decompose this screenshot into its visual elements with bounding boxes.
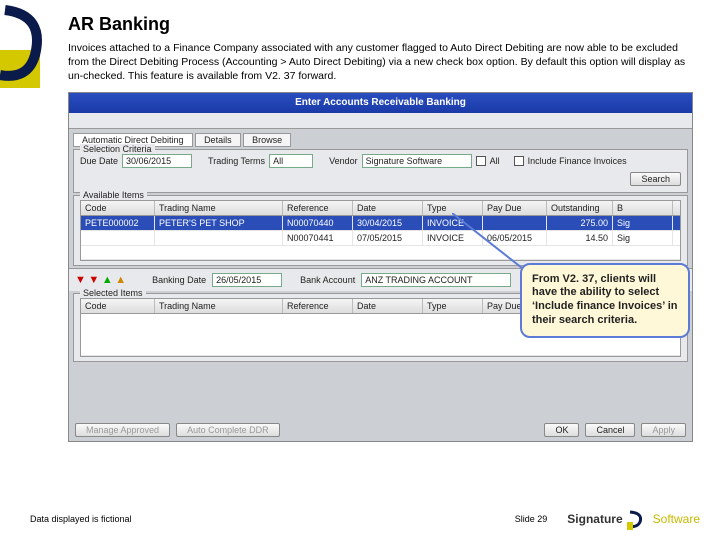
brand-logo: Signature Software — [567, 508, 700, 530]
due-date-input[interactable]: 30/06/2015 — [122, 154, 192, 168]
col-type[interactable]: Type — [423, 201, 483, 215]
move-down-icon[interactable]: ▼ — [75, 274, 86, 286]
include-finance-label: Include Finance Invoices — [528, 156, 627, 166]
col-date[interactable]: Date — [353, 299, 423, 313]
description: Invoices attached to a Finance Company a… — [68, 41, 700, 84]
banking-date-input[interactable]: 26/05/2015 — [212, 273, 282, 287]
cell: 30/04/2015 — [353, 216, 423, 230]
cell: 07/05/2015 — [353, 231, 423, 245]
window-toolbar — [69, 113, 692, 129]
selection-criteria: Selection Criteria Due Date 30/06/2015 T… — [73, 149, 688, 193]
move-down-all-icon[interactable]: ▼ — [88, 274, 99, 286]
search-button[interactable]: Search — [630, 172, 681, 186]
col-type[interactable]: Type — [423, 299, 483, 313]
selection-legend: Selection Criteria — [80, 144, 155, 154]
col-due[interactable]: Pay Due — [483, 201, 547, 215]
cell: 14.50 — [547, 231, 613, 245]
col-date[interactable]: Date — [353, 201, 423, 215]
cancel-button[interactable]: Cancel — [585, 423, 635, 437]
ok-button[interactable]: OK — [544, 423, 579, 437]
cell: 06/05/2015 — [483, 231, 547, 245]
cell: Sig — [613, 231, 673, 245]
apply-button[interactable]: Apply — [641, 423, 686, 437]
swirl-icon — [627, 508, 649, 530]
window-title: Enter Accounts Receivable Banking — [69, 93, 692, 113]
callout-box: From V2. 37, clients will have the abili… — [520, 263, 690, 338]
all-checkbox[interactable] — [476, 156, 486, 166]
available-grid: Code Trading Name Reference Date Type Pa… — [80, 200, 681, 261]
selected-legend: Selected Items — [80, 288, 146, 298]
col-name[interactable]: Trading Name — [155, 201, 283, 215]
auto-complete-button[interactable]: Auto Complete DDR — [176, 423, 280, 437]
table-row[interactable]: PETE000002 PETER'S PET SHOP N00070440 30… — [81, 216, 680, 231]
col-out[interactable]: Outstanding — [547, 201, 613, 215]
disclaimer: Data displayed is fictional — [30, 514, 132, 524]
vendor-label: Vendor — [329, 156, 358, 166]
col-code[interactable]: Code — [81, 299, 155, 313]
available-items: Available Items Code Trading Name Refere… — [73, 195, 688, 266]
cell: N00070441 — [283, 231, 353, 245]
table-row — [81, 246, 680, 260]
col-ref[interactable]: Reference — [283, 201, 353, 215]
table-row[interactable]: N00070441 07/05/2015 INVOICE 06/05/2015 … — [81, 231, 680, 246]
bank-account-label: Bank Account — [300, 275, 355, 285]
cell: PETER'S PET SHOP — [155, 216, 283, 230]
cell: N00070440 — [283, 216, 353, 230]
trading-terms-label: Trading Terms — [208, 156, 265, 166]
tab-details[interactable]: Details — [195, 133, 241, 147]
cell: 275.00 — [547, 216, 613, 230]
slide-corner-graphic — [0, 0, 60, 90]
banking-date-label: Banking Date — [152, 275, 206, 285]
slide-number: Slide 29 — [515, 514, 548, 524]
move-up-icon[interactable]: ▲ — [102, 274, 113, 286]
trading-terms-input[interactable]: All — [269, 154, 313, 168]
cell — [483, 216, 547, 230]
all-label: All — [490, 156, 500, 166]
col-b[interactable]: B — [613, 201, 673, 215]
tab-browse[interactable]: Browse — [243, 133, 291, 147]
cell: PETE000002 — [81, 216, 155, 230]
col-name[interactable]: Trading Name — [155, 299, 283, 313]
move-up-all-icon[interactable]: ▲ — [115, 274, 126, 286]
col-code[interactable]: Code — [81, 201, 155, 215]
page-title: AR Banking — [68, 14, 700, 35]
cell: Sig — [613, 216, 673, 230]
cell: INVOICE — [423, 231, 483, 245]
manage-approved-button[interactable]: Manage Approved — [75, 423, 170, 437]
vendor-input[interactable]: Signature Software — [362, 154, 472, 168]
app-window: Enter Accounts Receivable Banking Automa… — [68, 92, 693, 442]
bank-account-input[interactable]: ANZ TRADING ACCOUNT — [361, 273, 511, 287]
available-legend: Available Items — [80, 190, 147, 200]
due-date-label: Due Date — [80, 156, 118, 166]
col-ref[interactable]: Reference — [283, 299, 353, 313]
include-finance-checkbox[interactable] — [514, 156, 524, 166]
cell — [155, 231, 283, 245]
cell: INVOICE — [423, 216, 483, 230]
cell — [81, 231, 155, 245]
